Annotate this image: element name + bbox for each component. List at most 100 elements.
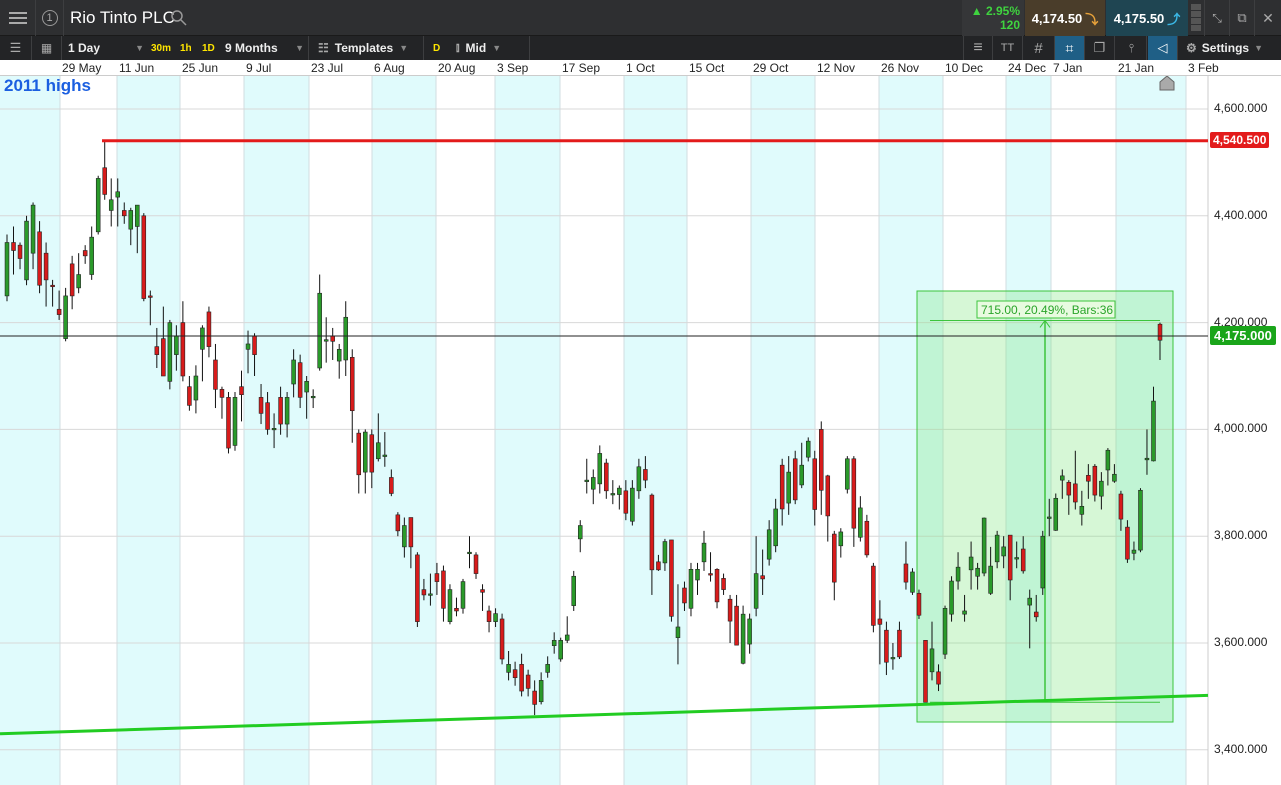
chart-area[interactable]: 715.00, 20.49%, Bars:36 2011 highs bbox=[0, 76, 1281, 785]
settings-dropdown[interactable]: ⚙ Settings ▼ bbox=[1182, 36, 1281, 60]
candle-down bbox=[1033, 611, 1039, 618]
change-points: 120 bbox=[999, 18, 1020, 32]
candle-up bbox=[1027, 597, 1032, 606]
range-value: 9 Months bbox=[225, 41, 278, 55]
measure-label: 715.00, 20.49%, Bars:36 bbox=[981, 303, 1113, 317]
buy-button[interactable]: 4,175.50 ⤴ bbox=[1106, 0, 1188, 36]
date-axis: 29 May 11 Jun 25 Jun 9 Jul 23 Jul 6 Aug 20 Aug… bbox=[0, 60, 1281, 76]
candle-up bbox=[630, 487, 635, 522]
candle-down bbox=[265, 402, 270, 430]
close-icon[interactable]: ✕ bbox=[1255, 0, 1281, 36]
price-tick-label: 4,600.000 bbox=[1214, 101, 1268, 115]
indicator-icon[interactable]: ⫯ bbox=[1117, 36, 1147, 60]
price-tick-label: 3,800.000 bbox=[1214, 528, 1268, 543]
list-icon[interactable]: ☰ bbox=[0, 36, 32, 60]
price-scale-icon[interactable]: ≡ bbox=[963, 36, 993, 60]
search-icon[interactable] bbox=[171, 10, 187, 26]
candle-up bbox=[929, 648, 935, 673]
candle-up bbox=[773, 508, 778, 547]
candle-up bbox=[577, 525, 583, 540]
candle-up bbox=[610, 493, 616, 496]
price-tick-label: 4,000.000 bbox=[1214, 421, 1268, 436]
price-tick-label: 3,400.000 bbox=[1214, 741, 1268, 756]
candle-up bbox=[845, 458, 850, 490]
candle-down bbox=[708, 573, 713, 576]
candle-up bbox=[89, 236, 94, 275]
candle-down bbox=[864, 520, 870, 556]
date-label: 6 Aug bbox=[374, 61, 405, 75]
price-type-dropdown[interactable]: ⫾ Mid ▼ bbox=[456, 36, 530, 60]
link-group-button[interactable]: 1 bbox=[36, 0, 64, 36]
candle-down bbox=[421, 589, 427, 596]
layout-icon[interactable]: ▦ bbox=[32, 36, 62, 60]
date-label: 25 Jun bbox=[182, 61, 219, 75]
candle-down bbox=[623, 490, 629, 514]
candle-down bbox=[122, 210, 127, 217]
candle-down bbox=[415, 554, 420, 622]
candle-up bbox=[200, 327, 205, 350]
candle-up bbox=[805, 440, 811, 458]
candle-down bbox=[37, 231, 42, 286]
interval-dropdown[interactable]: 1 Day ▼ bbox=[68, 36, 148, 60]
candle-down bbox=[1066, 481, 1072, 496]
buy-price: 4,175.50 bbox=[1113, 10, 1165, 26]
sell-price: 4,174.50 bbox=[1031, 10, 1083, 26]
candle-down bbox=[356, 432, 362, 476]
grid-icon[interactable]: # bbox=[1023, 36, 1055, 60]
price-chart[interactable]: 715.00, 20.49%, Bars:36 bbox=[0, 76, 1281, 785]
candle-up bbox=[988, 565, 993, 594]
interval-1d-button[interactable]: 1D bbox=[202, 36, 215, 60]
candle-up bbox=[740, 613, 746, 664]
candle-up bbox=[336, 348, 342, 362]
text-size-icon[interactable]: TT bbox=[993, 36, 1023, 60]
label: 30m bbox=[151, 42, 172, 54]
date-label: 9 Jul bbox=[246, 61, 272, 75]
windows-icon[interactable]: ❐ bbox=[1085, 36, 1115, 60]
candle-down bbox=[395, 514, 401, 532]
candle-up bbox=[115, 191, 120, 198]
candle-up bbox=[688, 569, 694, 609]
candle-up bbox=[799, 464, 804, 486]
candle-down bbox=[389, 477, 394, 494]
time-band bbox=[244, 76, 309, 785]
time-band bbox=[372, 76, 436, 785]
interval-30m-button[interactable]: 30m bbox=[151, 36, 171, 60]
candle-up bbox=[271, 428, 277, 431]
label: 1D bbox=[202, 42, 215, 54]
candle-down bbox=[56, 308, 62, 315]
candle-down bbox=[154, 346, 160, 355]
price-tick-label: 4,400.000 bbox=[1214, 207, 1268, 222]
candle-down bbox=[916, 593, 922, 616]
price-type-value: Mid bbox=[465, 41, 487, 55]
range-dropdown[interactable]: 9 Months ▼ bbox=[225, 36, 309, 60]
date-label: 17 Sep bbox=[562, 61, 601, 75]
popout-icon[interactable]: ⧉ bbox=[1230, 0, 1255, 36]
candle-down bbox=[330, 335, 335, 342]
chevron-down-icon: ▼ bbox=[1254, 43, 1264, 53]
crosshair-draw-icon[interactable]: ⌗ bbox=[1055, 36, 1085, 60]
annotation-text[interactable]: 2011 highs bbox=[4, 77, 91, 95]
templates-dropdown[interactable]: ☷ Templates ▼ bbox=[318, 36, 424, 60]
candle-up bbox=[167, 322, 173, 382]
candle-up bbox=[428, 593, 433, 596]
sliders-icon: ☷ bbox=[318, 41, 329, 55]
interval-1h-button[interactable]: 1h bbox=[180, 36, 192, 60]
sell-button[interactable]: 4,174.50 ⤵ bbox=[1025, 0, 1105, 36]
minimize-icon[interactable]: ⤡ bbox=[1204, 0, 1230, 36]
candle-down bbox=[252, 335, 257, 355]
candle-up bbox=[1040, 535, 1045, 589]
candle-up bbox=[538, 680, 544, 703]
candle-up bbox=[838, 531, 844, 547]
drawing-d-button[interactable]: D bbox=[433, 36, 440, 60]
label-tag-icon[interactable]: ◁ bbox=[1148, 36, 1178, 60]
instrument-title[interactable]: Rio Tinto PLC bbox=[70, 8, 175, 28]
candle-down bbox=[727, 598, 733, 622]
candle-up bbox=[24, 220, 29, 281]
candle-down bbox=[480, 589, 485, 593]
time-band bbox=[751, 76, 815, 785]
candle-up bbox=[245, 343, 251, 350]
templates-label: Templates bbox=[334, 41, 394, 55]
time-band bbox=[117, 76, 180, 785]
menu-icon[interactable] bbox=[0, 0, 36, 36]
candle-down bbox=[258, 397, 264, 414]
